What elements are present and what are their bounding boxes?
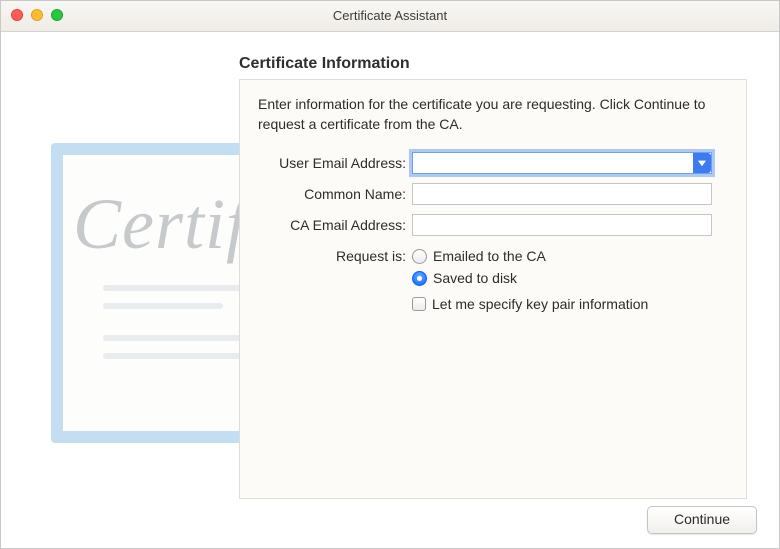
page-title: Certificate Information (239, 55, 410, 73)
window-title: Certificate Assistant (333, 8, 447, 23)
radio-icon (412, 249, 427, 264)
traffic-lights (11, 9, 63, 21)
radio-icon-selected (412, 271, 427, 286)
continue-button[interactable]: Continue (647, 506, 757, 534)
instruction-text: Enter information for the certificate yo… (258, 94, 728, 134)
radio-emailed[interactable]: Emailed to the CA (412, 245, 728, 267)
titlebar: Certificate Assistant (1, 1, 779, 32)
window: Certificate Assistant Certificate Certif… (0, 0, 780, 549)
label-ca-email: CA Email Address: (258, 217, 406, 233)
form-grid: User Email Address: Common Name: CA Emai… (258, 152, 728, 315)
user-email-field[interactable] (412, 152, 712, 174)
request-options-group: Emailed to the CA Saved to disk Let me s… (412, 245, 728, 315)
chevron-down-icon[interactable] (693, 153, 711, 173)
common-name-field[interactable] (412, 183, 712, 205)
label-user-email: User Email Address: (258, 155, 406, 171)
label-request-is: Request is: (258, 245, 406, 264)
minimize-icon[interactable] (31, 9, 43, 21)
checkbox-label: Let me specify key pair information (432, 296, 648, 312)
form-panel: Enter information for the certificate yo… (239, 79, 747, 499)
radio-label: Saved to disk (433, 270, 517, 286)
maximize-icon[interactable] (51, 9, 63, 21)
content-area: Certificate Certificate Information Ente… (1, 31, 779, 548)
radio-saved[interactable]: Saved to disk (412, 267, 728, 289)
ca-email-field[interactable] (412, 214, 712, 236)
radio-label: Emailed to the CA (433, 248, 546, 264)
close-icon[interactable] (11, 9, 23, 21)
label-common-name: Common Name: (258, 186, 406, 202)
checkbox-keypair[interactable]: Let me specify key pair information (412, 293, 728, 315)
checkbox-icon (412, 297, 426, 311)
